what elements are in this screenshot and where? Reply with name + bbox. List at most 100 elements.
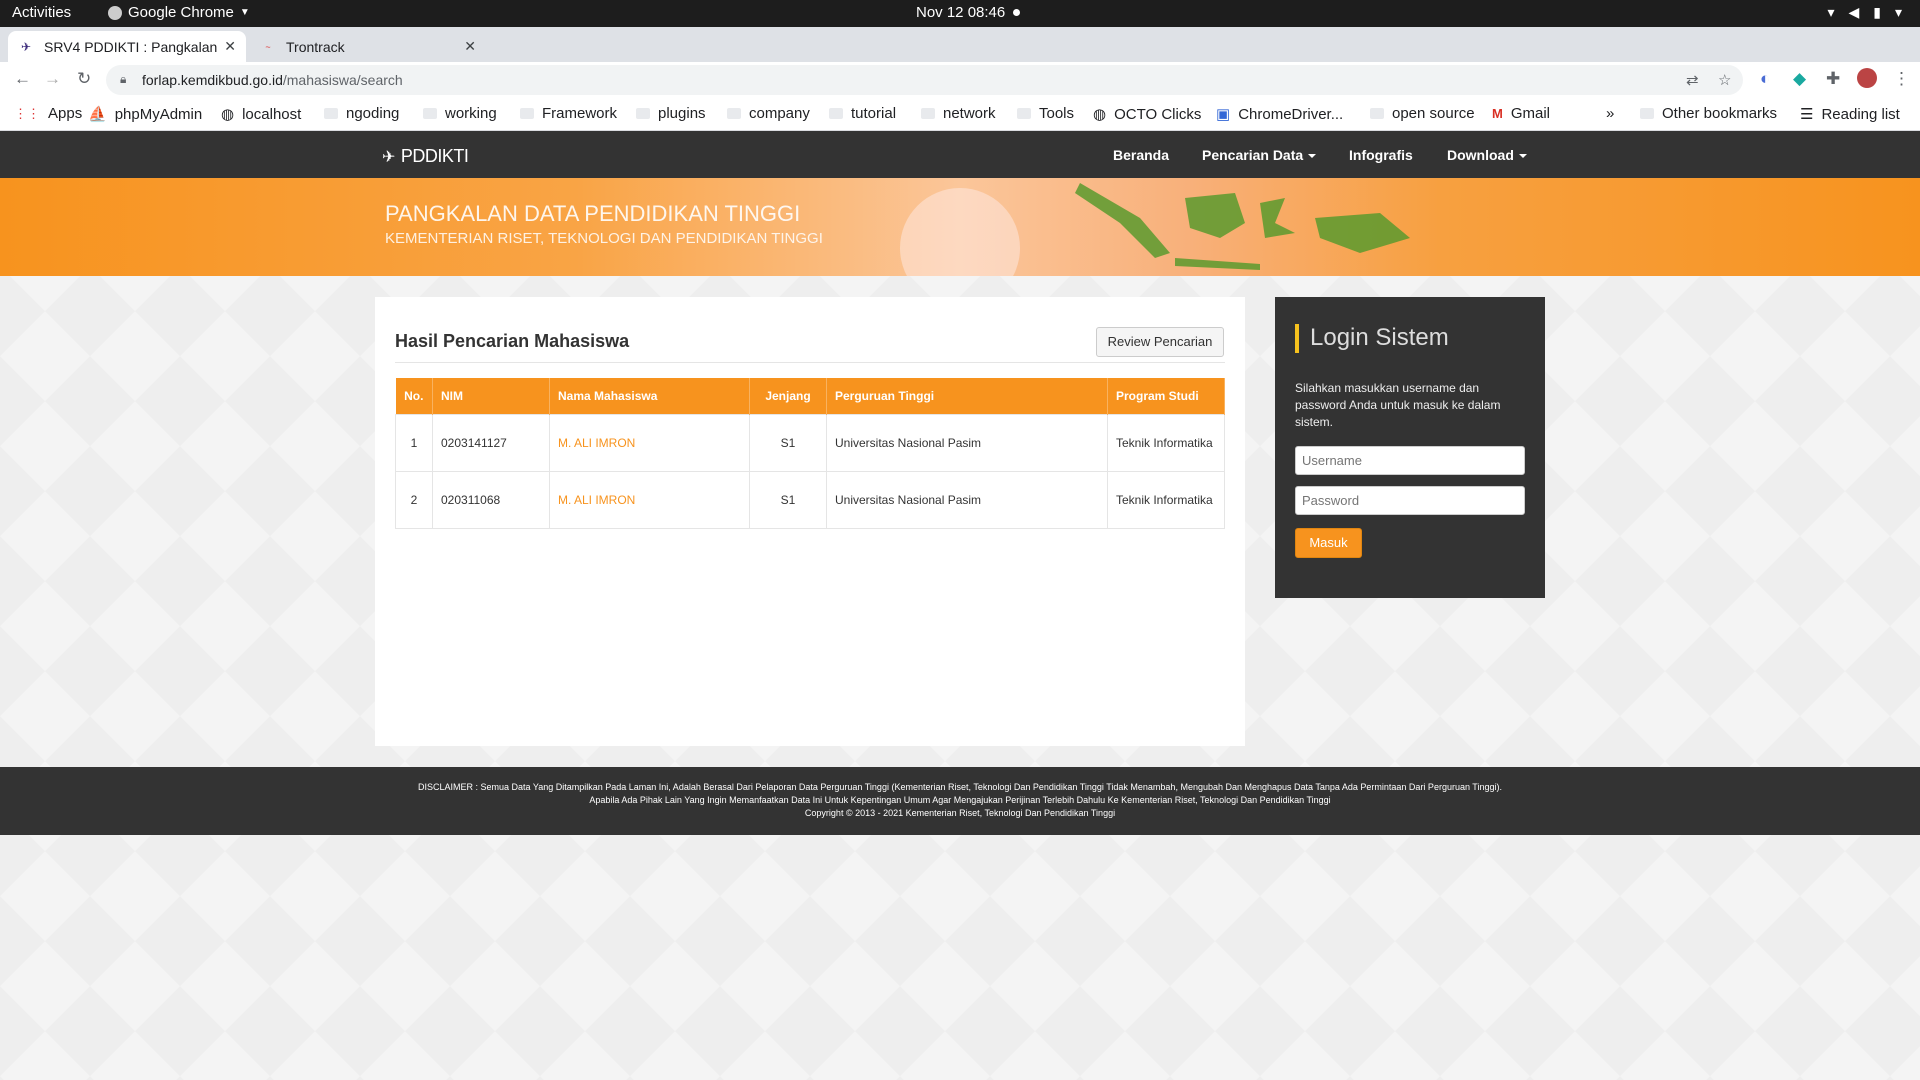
- activities-button[interactable]: Activities: [12, 4, 71, 21]
- cell-nim: 0203141127: [432, 413, 550, 472]
- app-menu[interactable]: Google Chrome ▼: [108, 4, 250, 21]
- notification-dot-icon: [1013, 9, 1021, 16]
- profile-avatar[interactable]: [1857, 68, 1877, 88]
- bookmark-label: ChromeDriver...: [1238, 105, 1344, 123]
- bookmark-label: Tools: [1039, 105, 1075, 122]
- bookmark-phpmyadmin[interactable]: ⛵ phpMyAdmin: [88, 105, 202, 124]
- site-banner: PANGKALAN DATA PENDIDIKAN TINGGI KEMENTE…: [0, 178, 1920, 276]
- clock[interactable]: Nov 12 08:46: [916, 4, 1021, 21]
- bookmark-apps[interactable]: ⋮⋮ Apps: [14, 105, 82, 122]
- bookmarks-overflow-button[interactable]: »: [1606, 105, 1614, 122]
- tab-strip: ✈ SRV4 PDDIKTI : Pangkalan ✕ ~ Trontrack…: [0, 27, 1920, 80]
- bookmark-other-bookmarks[interactable]: Other bookmarks: [1640, 105, 1777, 122]
- forward-arrow-icon[interactable]: →: [44, 69, 61, 89]
- brand-label: PDDIKTI: [400, 146, 469, 166]
- cell-jenjang: S1: [749, 470, 827, 529]
- bookmark-tools[interactable]: Tools: [1017, 105, 1074, 122]
- bookmark-tutorial[interactable]: tutorial: [829, 105, 896, 122]
- pddikti-favicon-icon: ✈: [20, 39, 32, 54]
- nav-infografis[interactable]: Infografis: [1349, 147, 1413, 163]
- bookmark-label: localhost: [242, 105, 302, 123]
- username-input[interactable]: [1295, 446, 1525, 475]
- url-host: forlap.kemdikbud.go.id: [142, 72, 283, 88]
- bookmark-open-source[interactable]: open source: [1370, 105, 1475, 122]
- bookmark-label: tutorial: [851, 105, 897, 122]
- cell-perguruan-tinggi: Universitas Nasional Pasim: [826, 470, 1108, 529]
- translate-icon[interactable]: ⇄: [1686, 71, 1699, 89]
- app-menu-label: Google Chrome: [128, 4, 234, 21]
- bookmark-star-icon[interactable]: ☆: [1718, 71, 1731, 89]
- divider: [395, 362, 1225, 363]
- password-input[interactable]: [1295, 486, 1525, 515]
- trontrack-favicon-icon: ~: [265, 41, 271, 52]
- banner-subtitle: KEMENTERIAN RISET, TEKNOLOGI DAN PENDIDI…: [385, 230, 823, 247]
- bookmark-working[interactable]: working: [423, 105, 497, 122]
- reload-icon[interactable]: ↻: [77, 69, 91, 89]
- cell-no: 2: [395, 470, 433, 529]
- bookmark-octo-clicks[interactable]: ◍ OCTO Clicks: [1093, 105, 1201, 124]
- login-title: Login Sistem: [1310, 324, 1449, 351]
- student-name-link[interactable]: M. ALI IMRON: [558, 493, 635, 507]
- review-search-button[interactable]: Review Pencarian: [1096, 327, 1224, 357]
- cell-program-studi: Teknik Informatika: [1107, 413, 1225, 472]
- results-panel: Hasil Pencarian Mahasiswa Review Pencari…: [375, 297, 1245, 746]
- bookmark-chromedriver[interactable]: ▣ ChromeDriver...: [1216, 105, 1344, 124]
- lock-icon[interactable]: 🔒︎: [120, 72, 126, 87]
- bookmark-label: open source: [1392, 105, 1475, 122]
- tab-title: SRV4 PDDIKTI : Pangkalan: [44, 38, 218, 55]
- address-bar[interactable]: 🔒︎ forlap.kemdikbud.go.id/mahasiswa/sear…: [106, 65, 1743, 95]
- bookmark-framework[interactable]: Framework: [520, 105, 617, 122]
- chrome-menu-icon[interactable]: ⋮: [1893, 69, 1910, 89]
- web-page: ✈ PDDIKTI Beranda Pencarian Data Infogra…: [0, 131, 1920, 1080]
- tab-title: Trontrack: [286, 38, 345, 55]
- nav-beranda[interactable]: Beranda: [1113, 147, 1169, 163]
- bookmark-company[interactable]: company: [727, 105, 810, 122]
- tab-pddikti[interactable]: ✈ SRV4 PDDIKTI : Pangkalan ✕: [8, 31, 246, 62]
- site-navbar: ✈ PDDIKTI Beranda Pencarian Data Infogra…: [0, 131, 1920, 178]
- bookmark-localhost[interactable]: ◍ localhost: [221, 105, 302, 124]
- bookmark-label: working: [445, 105, 497, 122]
- extension-teal-icon[interactable]: ◆: [1793, 69, 1806, 89]
- close-tab-icon[interactable]: ✕: [224, 38, 236, 55]
- bookmark-label: Framework: [542, 105, 618, 122]
- footer-notice: Apabila Ada Pihak Lain Yang Ingin Memanf…: [589, 795, 1331, 805]
- bookmark-network[interactable]: network: [921, 105, 996, 122]
- folder-icon: [324, 108, 338, 119]
- nav-download[interactable]: Download: [1447, 147, 1527, 163]
- student-name-link[interactable]: M. ALI IMRON: [558, 436, 635, 450]
- pddikti-logo-icon: ✈: [382, 148, 395, 166]
- reading-list-button[interactable]: ☰ Reading list: [1800, 105, 1900, 124]
- site-brand[interactable]: ✈ PDDIKTI: [382, 146, 469, 167]
- extension-octo-icon[interactable]: ◐: [1760, 69, 1770, 89]
- bookmark-plugins[interactable]: plugins: [636, 105, 706, 122]
- indonesia-map-illustration: [1075, 183, 1410, 270]
- site-footer: DISCLAIMER : Semua Data Yang Ditampilkan…: [0, 767, 1920, 835]
- browser-toolbar: ← → ↻ 🔒︎ forlap.kemdikbud.go.id/mahasisw…: [0, 62, 1920, 98]
- nav-pencarian-data[interactable]: Pencarian Data: [1202, 147, 1317, 163]
- bookmark-ngoding[interactable]: ngoding: [324, 105, 399, 122]
- tab-trontrack[interactable]: ~ Trontrack ✕: [250, 31, 486, 62]
- table-header-row: No. NIM Nama Mahasiswa Jenjang Perguruan…: [395, 378, 1225, 414]
- bookmark-label: Gmail: [1510, 105, 1551, 122]
- folder-icon: [423, 108, 437, 119]
- close-tab-icon[interactable]: ✕: [464, 38, 476, 55]
- login-submit-button[interactable]: Masuk: [1295, 528, 1362, 558]
- bookmark-gmail[interactable]: M Gmail: [1492, 105, 1550, 122]
- url-text: forlap.kemdikbud.go.id/mahasiswa/search: [142, 72, 403, 88]
- bookmark-label: company: [749, 105, 810, 122]
- bookmark-label: Apps: [48, 105, 83, 122]
- caret-down-icon: [1308, 154, 1317, 159]
- system-tray[interactable]: ▾ ◀ ▮ ▾: [1827, 4, 1902, 21]
- cell-no: 1: [395, 413, 433, 472]
- extensions-puzzle-icon[interactable]: ✚: [1826, 69, 1840, 89]
- folder-icon: [1017, 108, 1031, 119]
- volume-icon: ◀: [1848, 4, 1860, 20]
- back-arrow-icon[interactable]: ←: [14, 69, 31, 89]
- footer-copyright: Copyright © 2013 - 2021 Kementerian Rise…: [804, 808, 1116, 818]
- gmail-icon: M: [1492, 106, 1503, 121]
- os-top-bar: Activities Google Chrome ▼ Nov 12 08:46 …: [0, 0, 1920, 27]
- folder-icon: [636, 108, 650, 119]
- folder-icon: [921, 108, 935, 119]
- nav-label: Pencarian Data: [1202, 147, 1304, 163]
- bookmark-label: network: [943, 105, 996, 122]
